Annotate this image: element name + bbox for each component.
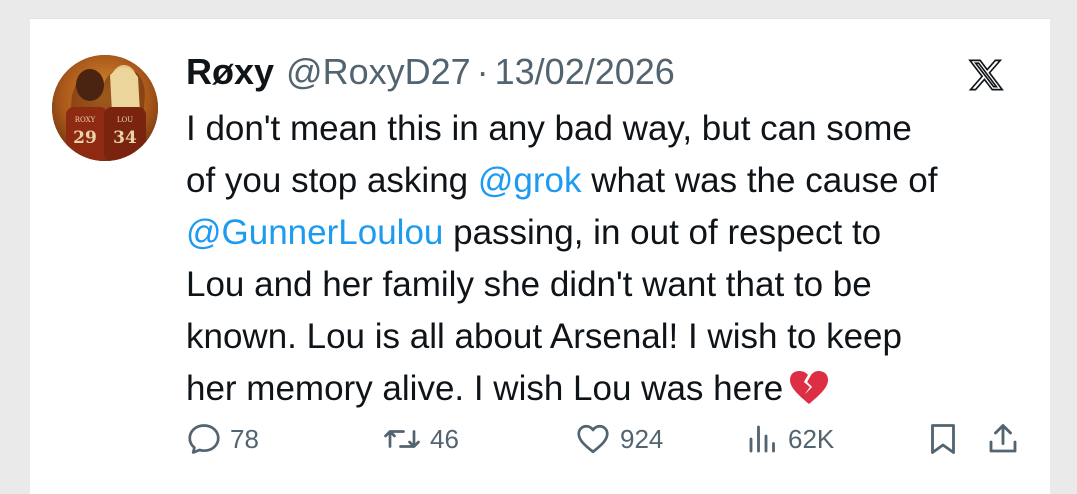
like-button[interactable]: 924	[574, 417, 663, 461]
avatar-jersey-right-number: 34	[113, 128, 137, 148]
user-handle[interactable]: @RoxyD27	[286, 49, 471, 95]
views-button[interactable]: 62K	[746, 417, 834, 461]
header-separator: ·	[476, 51, 489, 92]
tweet-text-line-5: known. Lou is all about Arsenal! I wish …	[186, 317, 902, 356]
repost-button[interactable]: 46	[382, 417, 459, 461]
like-icon	[577, 424, 609, 454]
display-name[interactable]: Røxy	[186, 49, 274, 95]
avatar-jersey-left-number: 29	[73, 128, 97, 148]
reply-icon	[188, 424, 220, 454]
reply-button[interactable]: 78	[186, 417, 259, 461]
broken-heart-emoji-icon	[789, 369, 829, 405]
bookmark-icon	[931, 424, 955, 454]
tweet-text-segment: of you stop asking	[186, 161, 478, 200]
repost-count: 46	[430, 423, 459, 454]
share-icon	[989, 424, 1017, 453]
avatar-jersey-right-name: LOU	[117, 116, 133, 124]
like-count: 924	[620, 423, 664, 454]
tweet-text-segment: her memory alive. I wish Lou was here	[186, 369, 784, 408]
tweet-date[interactable]: 13/02/2026	[495, 49, 675, 95]
reply-count: 78	[230, 423, 259, 454]
tweet-card[interactable]: ROXY 29 LOU 34 Røxy @RoxyD27 · 13/02/202…	[30, 18, 1050, 494]
tweet-text-line-2: of you stop asking @grok what was the ca…	[186, 155, 1036, 207]
avatar-jersey-left-name: ROXY	[75, 116, 96, 124]
repost-icon	[384, 430, 420, 448]
tweet-text-line-4: Lou and her family she didn't want that …	[186, 265, 872, 304]
avatar[interactable]: ROXY 29 LOU 34	[52, 55, 158, 161]
share-button[interactable]	[986, 417, 1020, 461]
avatar-image: ROXY 29 LOU 34	[52, 55, 158, 161]
tweet-text-line-3: @GunnerLoulou passing, in out of respect…	[186, 207, 1036, 259]
views-count: 62K	[788, 423, 835, 454]
tweet-text-segment: what was the cause of	[581, 161, 938, 200]
tweet-body: I don't mean this in any bad way, but ca…	[186, 103, 1036, 415]
tweet-actions: 78 46 924 62K	[186, 417, 1026, 461]
x-logo-icon	[968, 57, 1004, 93]
tweet-text-segment: passing, in out of respect to	[443, 213, 882, 252]
tweet-header: Røxy @RoxyD27 · 13/02/2026	[186, 49, 675, 95]
mention-grok-link[interactable]: @grok	[478, 161, 582, 200]
tweet-text-line-6: her memory alive. I wish Lou was here	[186, 363, 1036, 415]
tweet-text-line-1: I don't mean this in any bad way, but ca…	[186, 109, 912, 148]
views-icon	[749, 425, 775, 453]
mention-gunnerloulou-link[interactable]: @GunnerLoulou	[186, 213, 443, 252]
bookmark-button[interactable]	[926, 417, 960, 461]
